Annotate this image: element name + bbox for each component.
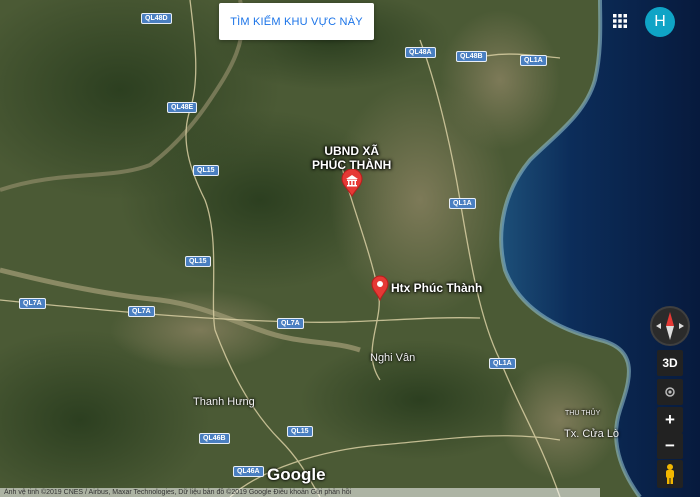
- road-label[interactable]: QL1A: [520, 55, 547, 66]
- google-logo: Google: [267, 465, 326, 484]
- poi-label-line: UBND XÃ: [324, 144, 379, 158]
- my-location-button[interactable]: [657, 379, 683, 405]
- road-label[interactable]: QL48D: [141, 13, 172, 24]
- search-this-area-button[interactable]: TÌM KIẾM KHU VỰC NÀY: [219, 3, 374, 40]
- government-building-icon[interactable]: [340, 168, 364, 198]
- road-label[interactable]: QL46A: [233, 466, 264, 477]
- place-label-nghi-van: Nghi Vân: [370, 352, 416, 364]
- road-label[interactable]: QL15: [193, 165, 219, 176]
- road-label[interactable]: QL7A: [277, 318, 304, 329]
- 3d-toggle-button[interactable]: 3D: [657, 350, 683, 376]
- road-label[interactable]: QL48B: [456, 51, 487, 62]
- road-label[interactable]: QL7A: [19, 298, 46, 309]
- street-view-pegman-icon[interactable]: [657, 460, 683, 488]
- road-label[interactable]: QL48E: [167, 102, 198, 113]
- poi-label-htx[interactable]: Htx Phúc Thành: [391, 281, 482, 295]
- road-label[interactable]: QL7A: [128, 306, 155, 317]
- place-label-cua-lo: Tx. Cửa Lò: [564, 428, 620, 440]
- compass-icon[interactable]: [650, 306, 690, 346]
- road-label[interactable]: QL1A: [489, 358, 516, 369]
- grid-apps-icon[interactable]: [610, 11, 630, 31]
- satellite-map[interactable]: [0, 0, 700, 497]
- map-attribution[interactable]: Ảnh vệ tinh ©2019 CNES / Airbus, Maxar T…: [0, 488, 600, 497]
- road-label[interactable]: QL15: [185, 256, 211, 267]
- place-label-thu-thuy: THU THỦY: [565, 410, 601, 417]
- zoom-in-button[interactable]: +: [657, 407, 683, 433]
- account-avatar[interactable]: H: [645, 7, 675, 37]
- road-label[interactable]: QL48A: [405, 47, 436, 58]
- my-location-icon: [665, 387, 675, 397]
- place-label-thanh-hung: Thanh Hưng: [193, 396, 255, 408]
- road-label[interactable]: QL15: [287, 426, 313, 437]
- road-label[interactable]: QL1A: [449, 198, 476, 209]
- poi-label-ubnd[interactable]: UBND XÃ PHÚC THÀNH: [312, 144, 391, 172]
- zoom-out-button[interactable]: −: [657, 433, 683, 459]
- road-label[interactable]: QL46B: [199, 433, 230, 444]
- map-pin-icon[interactable]: [371, 275, 389, 302]
